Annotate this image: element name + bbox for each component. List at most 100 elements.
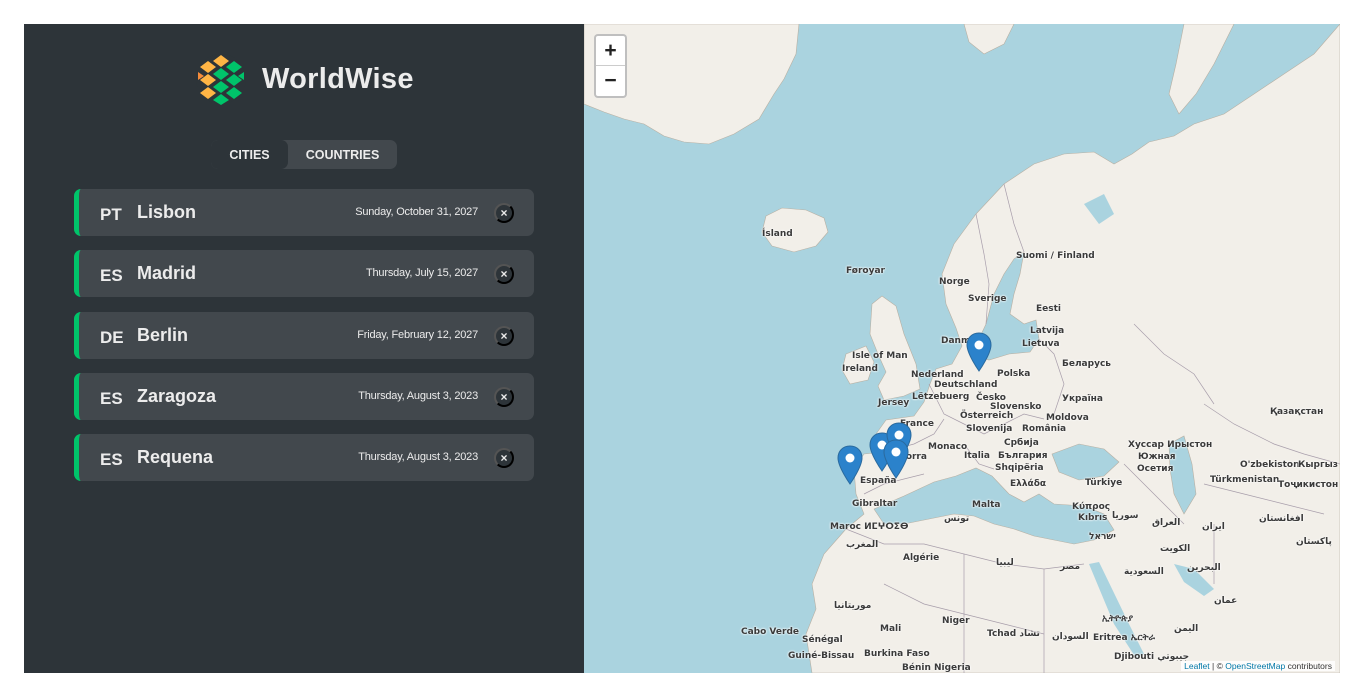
- map-label-srbija: Србија: [1004, 438, 1039, 448]
- leaflet-link[interactable]: Leaflet: [1184, 661, 1210, 671]
- city-name: Madrid: [137, 263, 197, 284]
- map-label-kibris: Kıbrıs: [1078, 513, 1108, 523]
- map-label-ellada: Ελλάδα: [1010, 479, 1047, 489]
- map-label-ozbekiston: O'zbekiston: [1240, 460, 1300, 470]
- map-label-pakistan: پاکستان: [1296, 537, 1332, 547]
- city-list: PT Lisbon Sunday, October 31, 2027 × ES …: [74, 189, 534, 495]
- map-label-khassar: Хуссар Ирыстон: [1128, 440, 1213, 450]
- map-tiles[interactable]: [584, 24, 1340, 673]
- tab-cities[interactable]: Cities: [211, 140, 288, 169]
- map-label-italia: Italia: [964, 451, 990, 461]
- city-item-requena[interactable]: ES Requena Thursday, August 3, 2023 ×: [74, 434, 534, 482]
- map-label-senegal: Sénégal: [802, 635, 843, 645]
- attribution-contributors: contributors: [1285, 661, 1332, 671]
- delete-city-button[interactable]: ×: [494, 264, 514, 285]
- city-name: Zaragoza: [137, 385, 217, 406]
- map-label-iraq: العراق: [1152, 518, 1181, 528]
- map-label-isle-of-man: Isle of Man: [852, 351, 908, 361]
- city-item-zaragoza[interactable]: ES Zaragoza Thursday, August 3, 2023 ×: [74, 372, 534, 420]
- city-item-lisbon[interactable]: PT Lisbon Sunday, October 31, 2027 ×: [74, 189, 534, 236]
- map-label-monaco: Monaco: [928, 442, 968, 452]
- map-label-eesti: Eesti: [1036, 304, 1061, 314]
- map-label-moldova: Moldova: [1046, 413, 1089, 423]
- map-label-bahrain: البحرين: [1187, 563, 1221, 573]
- tabs-nav: Cities Countries: [211, 140, 397, 169]
- globe-logo-icon: [196, 54, 246, 105]
- map-label-bulgaria: България: [998, 451, 1048, 461]
- zoom-in-button[interactable]: +: [596, 36, 625, 66]
- country-flag: ES: [100, 388, 123, 408]
- map-container[interactable]: + − Ísland Føroyar Norge Sverige Suomi /…: [584, 24, 1340, 673]
- map-label-turkiye: Türkiye: [1085, 478, 1123, 488]
- city-item-madrid[interactable]: ES Madrid Thursday, July 15, 2027 ×: [74, 250, 534, 298]
- city-date: Sunday, October 31, 2027: [355, 206, 478, 218]
- map-label-ethiopia: ኢትዮጵያ: [1102, 614, 1134, 624]
- city-date: Thursday, August 3, 2023: [358, 451, 478, 464]
- map-label-letzebuerg: Lëtzebuerg: [912, 392, 970, 402]
- map-marker-lisbon[interactable]: [837, 445, 863, 485]
- map-label-saudia: السعودية: [1124, 567, 1164, 577]
- map-marker-berlin[interactable]: [966, 332, 992, 372]
- city-name: Requena: [137, 447, 214, 468]
- map-label-romania: România: [1022, 424, 1067, 434]
- tab-countries[interactable]: Countries: [288, 140, 397, 169]
- city-date: Thursday, August 3, 2023: [358, 389, 478, 402]
- map-label-oman: عمان: [1214, 596, 1238, 606]
- map-label-malta: Malta: [972, 500, 1001, 510]
- app-name: WorldWise: [262, 62, 414, 95]
- map-label-slovenija: Slovenija: [966, 424, 1013, 434]
- map-label-maroc: Maroc ⵍⵎⵖⵔⵉⴱ: [830, 522, 909, 532]
- attribution-separator: | ©: [1209, 661, 1226, 671]
- map-marker-requena[interactable]: [883, 439, 909, 479]
- map-label-cabo-verde: Cabo Verde: [741, 627, 799, 637]
- map-label-djibouti: Djibouti جيبوتي: [1114, 652, 1190, 662]
- logo[interactable]: WorldWise: [194, 52, 414, 106]
- map-label-shqiperia: Shqipëria: [995, 463, 1044, 473]
- delete-city-button[interactable]: ×: [494, 448, 514, 469]
- map-label-yuzhnaya: Южная: [1138, 452, 1176, 462]
- map-label-tunes: تونس: [944, 514, 970, 524]
- map-label-sverige: Sverige: [968, 294, 1007, 304]
- map-label-niger: Niger: [942, 616, 970, 626]
- country-flag: DE: [100, 327, 124, 347]
- map-label-yemen: اليمن: [1174, 624, 1199, 634]
- map-label-afghanistan: افغانستان: [1259, 514, 1304, 524]
- map-label-kypros: Κύπρος: [1072, 502, 1111, 512]
- map-label-osterreich: Österreich: [960, 411, 1014, 421]
- map-label-kazakhstan: Қазақстан: [1270, 407, 1324, 417]
- map-label-israel: ישראל: [1089, 532, 1116, 542]
- map-label-guinea-bissau: Guiné-Bissau: [788, 651, 855, 661]
- map-label-mali: Mali: [880, 624, 902, 634]
- map-label-nederland: Nederland: [911, 370, 964, 380]
- map-label-misr: مصر: [1060, 562, 1081, 572]
- map-attribution: Leaflet | © OpenStreetMap contributors: [1181, 661, 1335, 671]
- city-item-berlin[interactable]: DE Berlin Friday, February 12, 2027 ×: [74, 311, 534, 359]
- delete-city-button[interactable]: ×: [494, 386, 514, 407]
- zoom-control: + −: [594, 34, 627, 98]
- osm-link[interactable]: OpenStreetMap: [1225, 661, 1285, 671]
- map-label-suomi: Suomi / Finland: [1016, 251, 1095, 261]
- map-label-benin: Bénin Nigeria: [902, 663, 971, 673]
- map-label-suriya: سوريا: [1112, 511, 1139, 521]
- map-label-turkmenistan: Türkmenistan: [1210, 475, 1280, 485]
- map-label-norge: Norge: [939, 277, 970, 287]
- map-label-maghrib: المغرب: [846, 540, 879, 550]
- city-name: Berlin: [137, 324, 189, 345]
- map-label-jersey: Jersey: [878, 398, 910, 408]
- country-flag: ES: [100, 266, 123, 286]
- country-flag: ES: [100, 450, 123, 470]
- map-label-algerie: Algérie: [903, 553, 940, 563]
- delete-city-button[interactable]: ×: [494, 325, 514, 346]
- delete-city-button[interactable]: ×: [494, 203, 514, 223]
- sidebar: WorldWise Cities Countries PT Lisbon Sun…: [24, 24, 584, 673]
- map-label-tchad: Tchad تشاد: [987, 629, 1040, 639]
- map-label-tojikiston: Тоҷикистон: [1278, 480, 1339, 490]
- map-label-island: Ísland: [762, 229, 793, 239]
- map-label-osetiya: Осетия: [1137, 464, 1174, 474]
- city-date: Friday, February 12, 2027: [357, 328, 478, 341]
- zoom-out-button[interactable]: −: [596, 66, 625, 96]
- map-label-ireland: Ireland: [842, 364, 878, 374]
- map-label-mauritania: موريتانيا: [834, 601, 872, 611]
- map-label-sudan: السودان: [1052, 632, 1089, 642]
- map-label-deutschland: Deutschland: [934, 380, 998, 390]
